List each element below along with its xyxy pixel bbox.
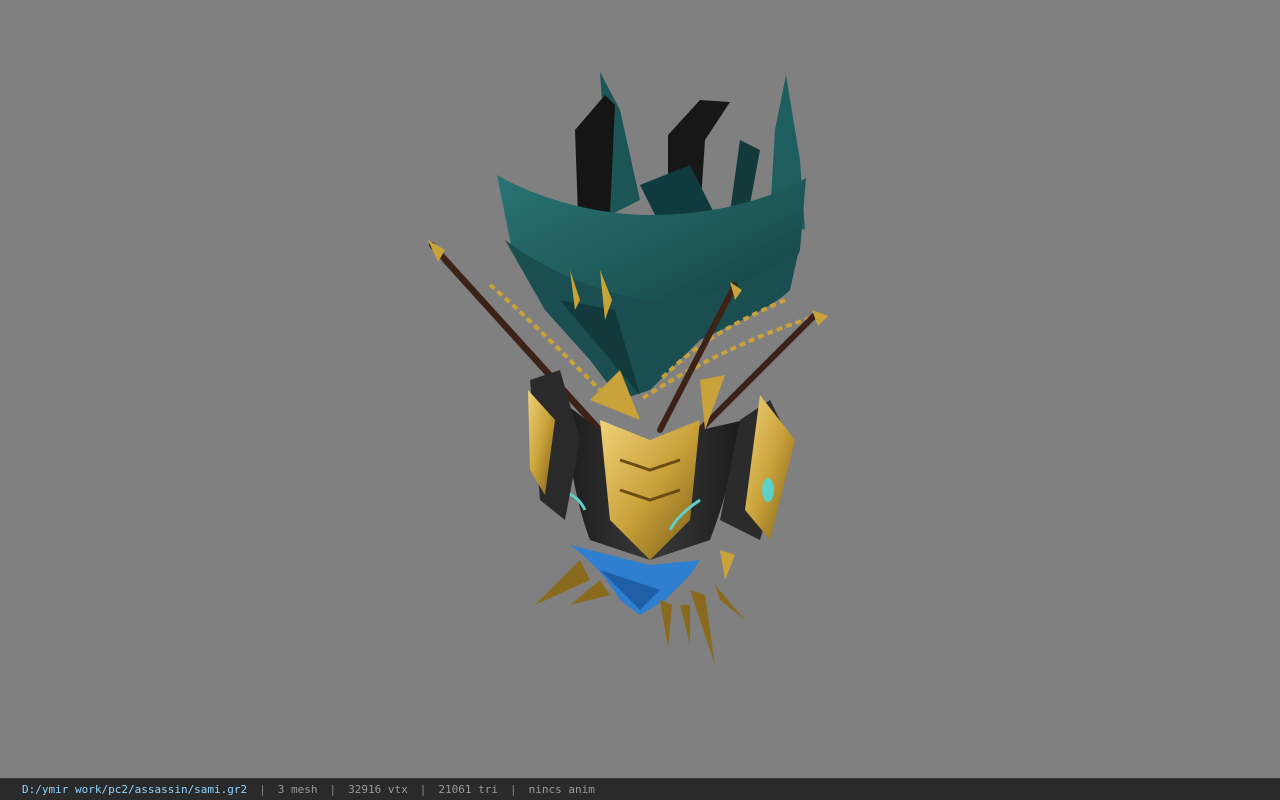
- file-path: D:/ymir work/pc2/assassin/sami.gr2: [22, 783, 248, 796]
- status-separator: |: [329, 783, 337, 796]
- status-separator: |: [419, 783, 427, 796]
- character-legs: [575, 95, 730, 215]
- status-bar: D:/ymir work/pc2/assassin/sami.gr2 | 3 m…: [0, 778, 1280, 800]
- status-separator: |: [259, 783, 266, 796]
- status-separator: |: [510, 783, 517, 796]
- animation-status: nincs anim: [528, 783, 595, 796]
- mesh-count: 3 mesh: [277, 783, 318, 796]
- vertex-count: 32916 vtx: [348, 783, 408, 796]
- triangle-count: 21061 tri: [438, 783, 499, 796]
- character-torso: [559, 370, 745, 560]
- model-viewport[interactable]: [0, 0, 1280, 778]
- character-model-render[interactable]: [0, 0, 1280, 778]
